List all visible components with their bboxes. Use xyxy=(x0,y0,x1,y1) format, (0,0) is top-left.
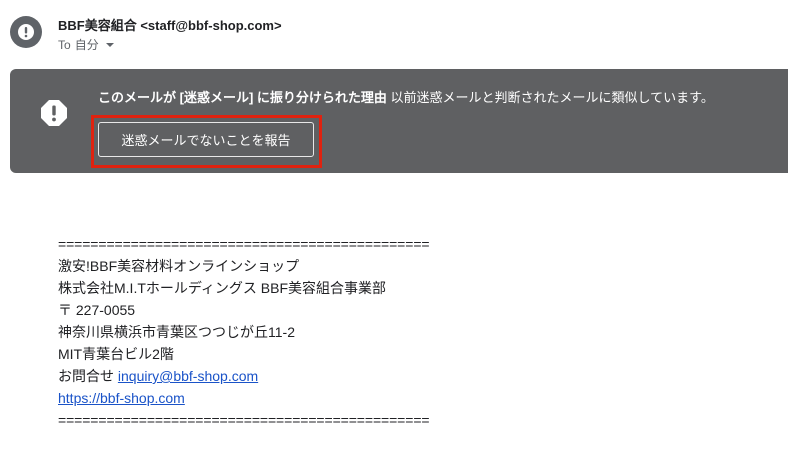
address-line: 神奈川県横浜市青葉区つつじが丘11-2 xyxy=(58,324,295,340)
sender-avatar xyxy=(10,16,42,48)
website-link[interactable]: https://bbf-shop.com xyxy=(58,390,185,406)
spam-reason-title: このメールが [迷惑メール] に振り分けられた理由 xyxy=(98,90,387,105)
contact-label: お問合せ xyxy=(58,368,118,384)
sender-name: BBF美容組合 <staff@bbf-shop.com> xyxy=(58,18,282,33)
email-body: ========================================… xyxy=(58,233,430,431)
caret-down-icon xyxy=(105,43,114,47)
contact-email-link[interactable]: inquiry@bbf-shop.com xyxy=(118,368,258,384)
company-name: 株式会社M.I.Tホールディングス BBF美容組合事業部 xyxy=(58,280,387,296)
spam-warning-banner: このメールが [迷惑メール] に振り分けられた理由 以前迷惑メールと判断されたメ… xyxy=(10,69,788,173)
separator-bottom: ========================================… xyxy=(58,412,430,428)
recipient-name: 自分 xyxy=(74,38,99,52)
spam-reason-text: このメールが [迷惑メール] に振り分けられた理由 以前迷惑メールと判断されたメ… xyxy=(98,87,714,106)
warning-circle-icon xyxy=(18,24,34,40)
contact-line: お問合せ inquiry@bbf-shop.com xyxy=(58,365,430,387)
shop-name: 激安!BBF美容材料オンラインショップ xyxy=(58,258,300,274)
spam-reason-detail: 以前迷惑メールと判断されたメールに類似しています。 xyxy=(386,90,714,105)
report-not-spam-button[interactable]: 迷惑メールでないことを報告 xyxy=(98,122,314,157)
separator-top: ========================================… xyxy=(58,236,430,252)
postal-code: 〒 227-0055 xyxy=(58,302,136,318)
building-name: MIT青葉台ビル2階 xyxy=(58,346,174,362)
to-label: To xyxy=(58,37,71,52)
recipient-dropdown[interactable]: To 自分 xyxy=(58,36,114,53)
warning-octagon-icon xyxy=(41,100,67,126)
